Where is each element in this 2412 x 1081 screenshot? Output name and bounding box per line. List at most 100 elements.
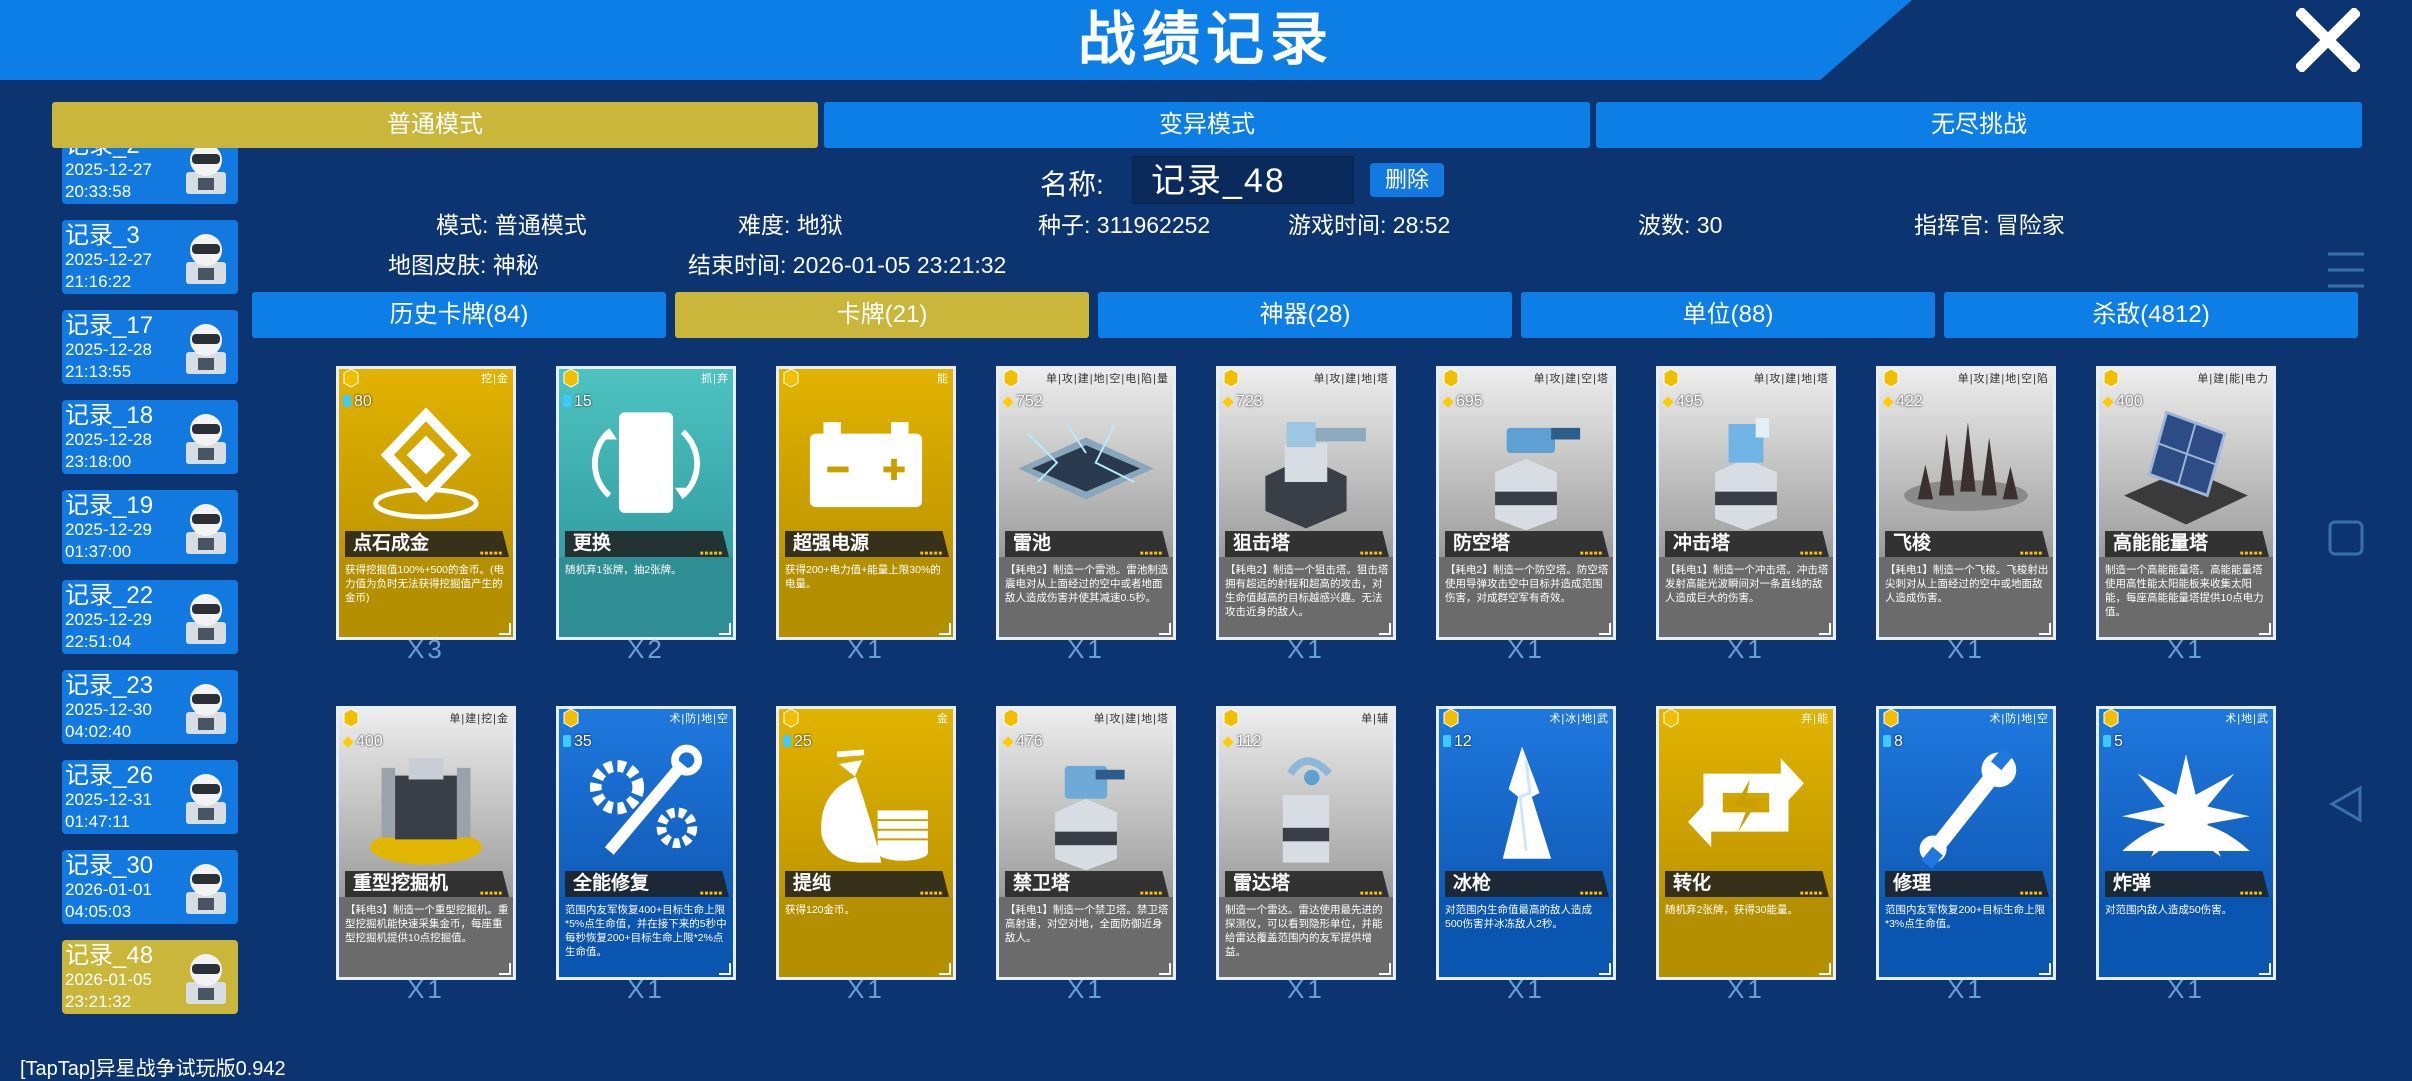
seed-info: 种子: 311962252 [1038, 212, 1211, 238]
impact-tower-art [1659, 395, 1833, 535]
card-header [779, 709, 953, 727]
card-tags: 抓|弃 [701, 373, 729, 385]
tab-kills[interactable]: 杀敌(4812) [1944, 292, 2358, 338]
record-item[interactable]: 记录_22 2025-12-29 22:51:04 [62, 580, 238, 654]
play-time-info: 游戏时间: 28:52 [1288, 212, 1451, 238]
card-tags: 单|攻|建|地|塔 [1093, 713, 1169, 725]
card-count: X1 [1507, 634, 1545, 664]
card-count: X1 [2167, 634, 2205, 664]
card-item[interactable]: 抓|弃 15 更换 ■■■■■ 随机弃1张牌，抽2张牌。 [556, 366, 736, 640]
card-item[interactable]: 能超强电源 ■■■■■ 获得200+电力值+能量上限30%的电量。 [776, 366, 956, 640]
card-count: X2 [627, 634, 665, 664]
card-count: X1 [1287, 634, 1325, 664]
tab-endless-challenge[interactable]: 无尽挑战 [1596, 102, 2362, 148]
card-tags: 术|防|地|空 [1989, 713, 2049, 725]
card-item[interactable]: 单|攻|建|地|塔 495 冲击塔 ■■■■■ 【耗电1】制造一个冲击塔。冲击塔发射高能… [1656, 366, 1836, 640]
card-description: 获得挖掘值100%+500的金币。(电力值为负时无法获得挖掘值产生的金币) [345, 564, 505, 604]
back-icon[interactable] [2326, 784, 2366, 824]
commander-avatar [180, 498, 232, 556]
record-date: 2025-12-27 [65, 250, 152, 269]
card-item[interactable]: 单|攻|建|地|空|电|陷|量 752 雷池 ■■■■■ 【耗电2】制造一个雷池。雷池制… [996, 366, 1176, 640]
card-description: 范围内友军恢复200+目标生命上限*3%点生命值。 [1885, 904, 2046, 930]
tab-normal-mode[interactable]: 普通模式 [52, 102, 818, 148]
card-item[interactable]: 单|建|挖|金 400 重型挖掘机 ■■■■■ 【耗电3】制造一个重型挖掘机。重型挖掘机… [336, 706, 516, 980]
record-list[interactable]: 记录_22025-12-2720:33:58 记录_32025-12-2721:1… [62, 148, 238, 1018]
record-name: 记录_17 [65, 312, 154, 339]
record-name: 记录_2 [65, 148, 140, 160]
card-type-icon [1223, 709, 1239, 728]
record-item[interactable]: 记录_17 2025-12-28 21:13:55 [62, 310, 238, 384]
tab-history-cards[interactable]: 历史卡牌(84) [252, 292, 666, 338]
card-description: 【耗电1】制造一个飞梭。飞梭射出尖刺对从上面经过的空中或地面敌人造成伤害。 [1885, 564, 2049, 604]
card-header [779, 369, 953, 387]
radar-tower-art [1219, 735, 1393, 875]
record-item[interactable]: 记录_22025-12-27 20:33:58 [62, 148, 238, 204]
card-item[interactable]: 术|防|地|空 35 全能修复 ■■■■■ 范围内友军恢复400+目标生命上限*5%点生… [556, 706, 736, 980]
card-item[interactable]: 挖|金 80 点石成金 ■■■■■ 获得挖掘值100%+500的金币。(电力值为负时无法… [336, 366, 516, 640]
convert-icon [1659, 735, 1833, 875]
commander-avatar [180, 678, 232, 736]
battery-icon [779, 395, 953, 535]
commander-avatar [180, 948, 232, 1006]
card-type-icon [1443, 369, 1459, 388]
card-tags: 能 [937, 373, 949, 385]
record-time: 22:51:04 [65, 632, 132, 651]
card-description: 【耗电2】制造一个防空塔。防空塔使用导弹攻击空中目标并造成范围伤害，对成群空军有… [1445, 564, 1609, 604]
square-icon[interactable] [2326, 518, 2366, 558]
card-tags: 单|攻|建|地|空|陷 [1957, 373, 2049, 385]
map-skin-info: 地图皮肤: 神秘 [388, 252, 539, 278]
record-date: 2025-12-31 [65, 790, 152, 809]
card-item[interactable]: 单|攻|建|空|塔 695 防空塔 ■■■■■ 【耗电2】制造一个防空塔。防空塔使用导弹… [1436, 366, 1616, 640]
card-item[interactable]: 单|辅 112 雷达塔 ■■■■■ 制造一个雷达。雷达使用最先进的探测仪，可以看到隐形单… [1216, 706, 1396, 980]
card-type-icon [1003, 709, 1019, 728]
card-name: 点石成金 [353, 533, 430, 554]
record-time: 23:18:00 [65, 452, 132, 471]
close-icon[interactable] [2296, 8, 2360, 72]
card-tags: 弃|能 [1801, 713, 1829, 725]
record-time: 04:02:40 [65, 722, 132, 741]
card-item[interactable]: 单|建|能|电力 400 高能能量塔 ■■■■■ 制造一个高能能量塔。高能能量塔使用高性… [2096, 366, 2276, 640]
card-tags: 术|防|地|空 [669, 713, 729, 725]
tab-units[interactable]: 单位(88) [1521, 292, 1935, 338]
card-count: X1 [2167, 974, 2205, 1004]
card-item[interactable]: 弃|能 转化 ■■■■■ 随机弃2张牌，获得30能量。 [1656, 706, 1836, 980]
card-type-icon [1883, 709, 1899, 728]
card-count: X1 [1727, 634, 1765, 664]
record-item[interactable]: 记录_23 2025-12-30 04:02:40 [62, 670, 238, 744]
card-item[interactable]: 单|攻|建|地|塔 723 狙击塔 ■■■■■ 【耗电2】制造一个狙击塔。狙击塔拥有超远… [1216, 366, 1396, 640]
card-item[interactable]: 单|攻|建|地|空|陷 422 飞梭 ■■■■■ 【耗电1】制造一个飞梭。飞梭射出尖刺对… [1876, 366, 2056, 640]
record-item[interactable]: 记录_18 2025-12-28 23:18:00 [62, 400, 238, 474]
tab-artifacts[interactable]: 神器(28) [1098, 292, 1512, 338]
record-item[interactable]: 记录_48 2026-01-05 23:21:32 [62, 940, 238, 1014]
record-time: 04:05:03 [65, 902, 132, 921]
card-item[interactable]: 术|冰|地|武 12 冰枪 ■■■■■ 对范围内生命值最高的敌人造成500伤害并冰冻敌人… [1436, 706, 1616, 980]
card-name: 重型挖掘机 [353, 873, 449, 894]
card-item[interactable]: 金 25 提纯 ■■■■■ 获得120金币。 [776, 706, 956, 980]
record-date: 2026-01-05 [65, 970, 152, 989]
card-type-icon [1883, 369, 1899, 388]
delete-button[interactable]: 删除 [1370, 163, 1444, 197]
card-name: 全能修复 [573, 873, 650, 894]
record-item[interactable]: 记录_26 2025-12-31 01:47:11 [62, 760, 238, 834]
card-item[interactable]: 术|防|地|空 8 修理 ■■■■■ 范围内友军恢复200+目标生命上限*3%点生命值。 [1876, 706, 2056, 980]
record-item[interactable]: 记录_3 2025-12-27 21:16:22 [62, 220, 238, 294]
card-item[interactable]: 单|攻|建|地|塔 476 禁卫塔 ■■■■■ 【耗电1】制造一个禁卫塔。禁卫塔高射速，… [996, 706, 1176, 980]
card-name: 更换 [573, 533, 612, 554]
explosion-icon [2099, 735, 2273, 875]
card-item[interactable]: 术|地|武 5 炸弹 ■■■■■ 对范围内敌人造成50伤害。 [2096, 706, 2276, 980]
tab-mutation-mode[interactable]: 变异模式 [824, 102, 1590, 148]
tab-cards[interactable]: 卡牌(21) [675, 292, 1089, 338]
card-type-icon [2103, 709, 2119, 728]
record-name-field[interactable]: 记录_48 [1132, 156, 1354, 204]
card-description: 制造一个高能能量塔。高能能量塔使用高性能太阳能板来收集太阳能，每座高能能量塔提供… [2105, 564, 2264, 618]
record-time: 23:21:32 [65, 992, 132, 1011]
card-type-icon [2103, 369, 2119, 388]
wrench-icon [1879, 735, 2053, 875]
record-item[interactable]: 记录_19 2025-12-29 01:37:00 [62, 490, 238, 564]
menu-icon[interactable] [2326, 250, 2366, 290]
record-item[interactable]: 记录_30 2026-01-01 04:05:03 [62, 850, 238, 924]
card-name: 冰枪 [1453, 873, 1492, 894]
record-name: 记录_48 [65, 942, 154, 969]
card-name: 雷达塔 [1233, 873, 1291, 894]
commander-avatar [180, 858, 232, 916]
